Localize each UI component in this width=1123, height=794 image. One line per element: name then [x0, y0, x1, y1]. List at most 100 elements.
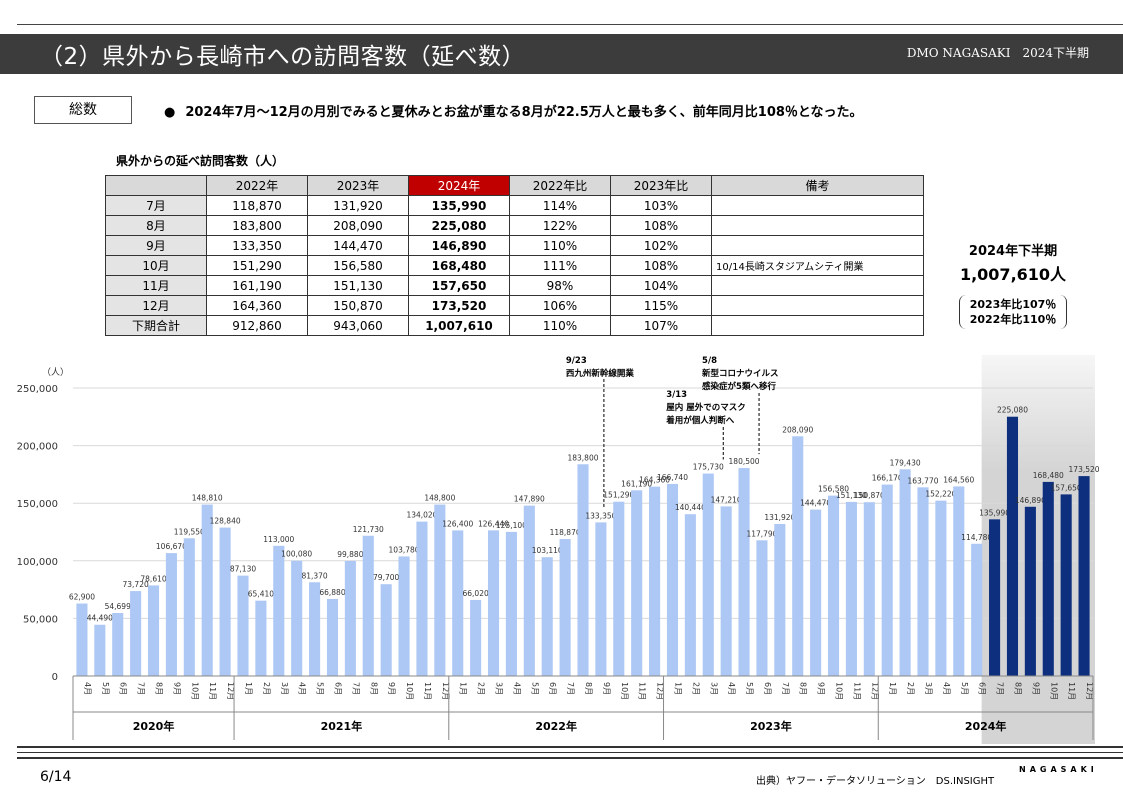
bar — [1060, 494, 1072, 676]
table-cell: 156,580 — [307, 255, 409, 276]
bar-value-label: 117,790 — [746, 529, 777, 538]
table-cell: 122% — [509, 215, 611, 236]
month-tick-label: 8月 — [584, 682, 593, 695]
category-badge: 総数 — [34, 96, 132, 124]
bar-value-label: 144,470 — [800, 499, 831, 508]
table-row-header: 11月 — [105, 275, 207, 296]
table-cell: 115% — [610, 295, 712, 316]
table-cell: 104% — [610, 275, 712, 296]
table-note-cell — [711, 315, 924, 336]
bottom-rule — [17, 746, 1123, 748]
bar — [613, 501, 625, 676]
bar — [398, 556, 410, 676]
bar-value-label: 164,560 — [943, 475, 974, 484]
table-note-cell — [711, 215, 924, 236]
bar-value-label: 150,870 — [854, 491, 885, 500]
bar-value-label: 81,370 — [301, 571, 327, 580]
summary-ratio-2022: 2022年比110％ — [969, 313, 1057, 326]
bar — [434, 504, 446, 676]
bar-value-label: 173,520 — [1069, 465, 1100, 474]
table-cell: 102% — [610, 235, 712, 256]
bar-value-label: 87,130 — [230, 565, 256, 574]
table-cell: 106% — [509, 295, 611, 316]
summary-ratio-2023: 2023年比107％ — [969, 298, 1057, 311]
bar-value-label: 125,100 — [496, 521, 527, 530]
bar-value-label: 131,920 — [764, 513, 795, 522]
table-cell: 173,520 — [408, 295, 510, 316]
table-cell: 208,090 — [307, 215, 409, 236]
month-tick-label: 2月 — [477, 682, 486, 695]
month-tick-label: 2月 — [262, 682, 271, 695]
month-tick-label: 3月 — [280, 682, 289, 695]
month-tick-label: 1月 — [673, 682, 682, 695]
table-cell: 98% — [509, 275, 611, 296]
table-row-header: 12月 — [105, 295, 207, 316]
year-label: 2021年 — [321, 719, 363, 733]
bar — [917, 487, 929, 676]
month-tick-label: 4月 — [298, 682, 307, 695]
annotation-text: 屋内 屋外でのマスク — [666, 402, 745, 413]
table-cell: 225,080 — [408, 215, 510, 236]
bar-value-label: 147,890 — [514, 495, 545, 504]
bar-value-label: 166,170 — [872, 474, 903, 483]
month-tick-label: 8月 — [799, 682, 808, 695]
month-tick-label: 5月 — [960, 682, 969, 695]
bar — [130, 591, 142, 676]
table-title: 県外からの延べ訪問客数（人） — [116, 154, 285, 168]
table-cell: 912,860 — [206, 315, 308, 336]
bar-value-label: 100,080 — [281, 550, 312, 559]
bar-value-label: 66,880 — [319, 588, 345, 597]
table-cell: 146,890 — [408, 235, 510, 256]
table-cell: 111% — [509, 255, 611, 276]
bar-value-label: 208,090 — [782, 425, 813, 434]
table-row-header: 下期合計 — [105, 315, 207, 336]
bar — [94, 624, 106, 676]
table-cell: 107% — [610, 315, 712, 336]
bar-value-label: 183,800 — [567, 453, 598, 462]
bar-value-label: 135,990 — [979, 508, 1010, 517]
month-tick-label: 9月 — [172, 682, 181, 695]
month-tick-label: 4月 — [83, 682, 92, 695]
bar-value-label: 140,440 — [675, 503, 706, 512]
bar — [577, 464, 589, 676]
bar-value-label: 103,110 — [532, 546, 563, 555]
month-tick-label: 6月 — [119, 682, 128, 695]
bar-value-label: 79,700 — [373, 573, 399, 582]
summary-ratio-box: 2023年比107％ 2022年比110％ — [959, 295, 1067, 329]
visitor-table: 2022年 2023年 2024年 2022年比 2023年比 備考 7月 118… — [105, 175, 924, 336]
bar — [165, 553, 177, 676]
bar — [827, 495, 840, 676]
brand-logo-text: NAGASAKI — [1019, 765, 1098, 774]
bar — [845, 501, 857, 676]
y-tick-label: 100,000 — [17, 557, 58, 568]
table-cell: 943,060 — [307, 315, 409, 336]
y-tick-label: 250,000 — [17, 384, 58, 395]
bar-value-label: 126,400 — [442, 519, 473, 528]
bar-value-label: 103,780 — [389, 545, 420, 554]
annotation-text: 着用が個人判断へ — [665, 415, 735, 426]
table-cell: 133,350 — [206, 235, 308, 256]
bar — [953, 486, 965, 676]
table-row-header: 9月 — [105, 235, 207, 256]
bar — [863, 502, 875, 676]
table-note-cell — [711, 235, 924, 256]
bullet-dot-icon: ● — [164, 105, 176, 120]
table-cell: 168,480 — [408, 255, 510, 276]
month-tick-label: 10月 — [405, 682, 414, 700]
table-header-cell: 2023年 — [307, 175, 409, 196]
month-tick-label: 4月 — [942, 682, 951, 695]
table-cell: 150,870 — [307, 295, 409, 316]
bottom-rule — [17, 757, 1123, 759]
summary-bullet: ● 2024年7月～12月の月別でみると夏休みとお盆が重なる8月が22.5万人と最… — [164, 101, 863, 120]
bar — [380, 584, 392, 676]
year-label: 2024年 — [965, 719, 1007, 733]
bar-value-label: 148,810 — [192, 494, 223, 503]
bar — [1078, 476, 1090, 676]
bar — [971, 543, 983, 676]
page-number: 6/14 — [40, 769, 72, 785]
month-tick-label: 7月 — [137, 682, 146, 695]
bar-value-label: 119,550 — [174, 527, 205, 536]
bar — [684, 514, 696, 676]
bar — [219, 527, 231, 676]
bar — [810, 509, 822, 676]
